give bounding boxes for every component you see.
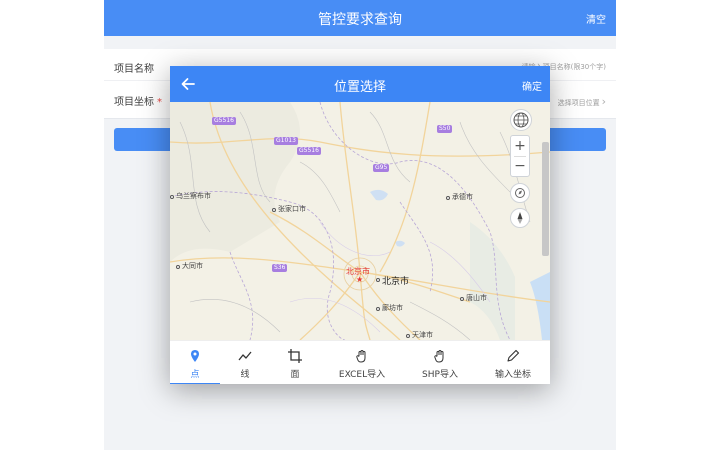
tool-label: EXCEL导入 <box>338 370 386 380</box>
compass-icon <box>517 212 523 224</box>
tool-label: SHP导入 <box>422 370 458 380</box>
map-view[interactable]: G5516 G1013 G5516 S50 G95 S36 乌兰察布市 张家口市… <box>170 102 550 340</box>
city-label: 唐山市 <box>466 294 487 302</box>
arrow-left-icon[interactable] <box>179 75 197 93</box>
active-tab-indicator <box>170 383 220 384</box>
highway-badge: S50 <box>437 125 453 133</box>
city-label: 承德市 <box>452 193 473 201</box>
city-marker <box>170 195 174 199</box>
map-scrollbar[interactable] <box>542 142 549 256</box>
tool-label: 点 <box>190 370 200 380</box>
city-marker <box>460 297 464 301</box>
hand-pointer-icon <box>434 350 444 363</box>
map-type-button[interactable] <box>510 109 532 131</box>
tool-label: 输入坐标 <box>494 370 531 380</box>
compass-button[interactable] <box>510 208 530 228</box>
pencil-icon <box>507 349 520 362</box>
zoom-out-button[interactable]: − <box>511 157 529 175</box>
tool-line[interactable]: 线 <box>220 341 270 384</box>
city-marker <box>176 265 180 269</box>
star-marker-icon: ★ <box>356 275 364 284</box>
city-marker <box>446 196 450 200</box>
locate-icon <box>515 188 525 198</box>
city-marker <box>272 208 276 212</box>
city-marker <box>376 307 380 311</box>
tool-polygon[interactable]: 面 <box>270 341 320 384</box>
tool-point[interactable]: 点 <box>170 341 220 384</box>
zoom-control: + − <box>510 135 530 177</box>
modal-header: 位置选择 确定 <box>170 66 550 102</box>
draw-toolbar: 点 线 面 EXCEL导入 SHP导入 输入坐标 <box>170 340 550 384</box>
globe-icon <box>513 112 529 128</box>
highway-badge: S36 <box>272 264 288 272</box>
crop-icon <box>288 349 302 363</box>
locate-button[interactable] <box>510 183 530 203</box>
tool-label: 面 <box>290 370 300 380</box>
city-label: 乌兰察布市 <box>176 192 211 200</box>
city-marker <box>406 334 410 338</box>
highway-badge: G1013 <box>274 137 298 145</box>
hand-pointer-icon <box>356 350 366 363</box>
location-picker-modal: 位置选择 确定 G5516 G1013 G5516 S50 G95 S36 乌兰… <box>170 66 550 384</box>
city-label: 张家口市 <box>278 205 306 213</box>
city-label: 大同市 <box>182 262 203 270</box>
city-label: 北京市 <box>382 277 410 287</box>
highway-badge: G5516 <box>212 117 236 125</box>
zoom-in-button[interactable]: + <box>511 137 529 155</box>
city-marker <box>376 278 380 282</box>
confirm-button[interactable]: 确定 <box>522 78 542 93</box>
tool-shp-import[interactable]: SHP导入 <box>404 341 476 384</box>
city-label: 天津市 <box>412 331 433 339</box>
modal-title: 位置选择 <box>333 80 386 95</box>
tool-input-coordinates[interactable]: 输入坐标 <box>476 341 550 384</box>
map-base-layer <box>170 102 550 340</box>
highway-badge: G95 <box>373 164 390 172</box>
map-pin-icon <box>191 350 199 362</box>
tool-label: 线 <box>240 370 250 380</box>
tool-excel-import[interactable]: EXCEL导入 <box>320 341 404 384</box>
city-label: 廊坊市 <box>382 304 403 312</box>
highway-badge: G5516 <box>297 147 321 155</box>
polyline-icon <box>238 351 252 361</box>
